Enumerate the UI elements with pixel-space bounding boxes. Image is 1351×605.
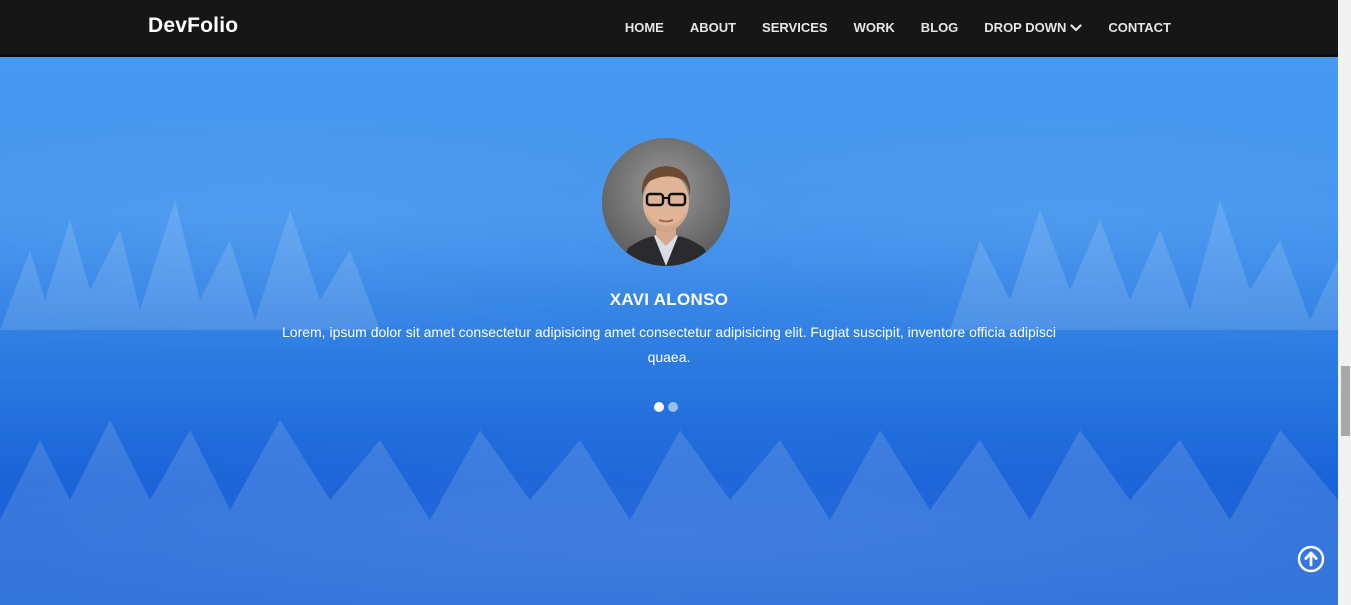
nav-home-label: HOME bbox=[624, 20, 664, 35]
nav-about-label: ABOUT bbox=[689, 20, 737, 35]
navbar: DevFolio HOME ABOUT SERVICES WORK BLOG D… bbox=[0, 0, 1338, 57]
nav-blog[interactable]: BLOG bbox=[921, 19, 959, 37]
chevron-down-icon bbox=[1070, 24, 1083, 32]
main-nav: HOME ABOUT SERVICES WORK BLOG DROP DOWN bbox=[599, 19, 1171, 37]
nav-dropdown-label: DROP DOWN bbox=[984, 20, 1067, 35]
testimonial-avatar bbox=[602, 138, 730, 266]
nav-contact-label: CONTACT bbox=[1108, 20, 1171, 35]
nav-dropdown[interactable]: DROP DOWN bbox=[984, 19, 1083, 37]
testimonial-name: XAVI ALONSO bbox=[609, 290, 729, 309]
nav-blog-label: BLOG bbox=[920, 20, 959, 35]
scrollbar-thumb[interactable] bbox=[1341, 366, 1350, 436]
nav-home[interactable]: HOME bbox=[625, 19, 664, 37]
carousel-dot-2[interactable] bbox=[668, 402, 678, 412]
brand-logo[interactable]: DevFolio bbox=[148, 14, 238, 38]
carousel-dots bbox=[654, 402, 678, 412]
nav-work[interactable]: WORK bbox=[854, 19, 895, 37]
nav-work-label: WORK bbox=[853, 20, 895, 35]
nav-services-label: SERVICES bbox=[762, 20, 828, 35]
page-scrollbar[interactable] bbox=[1338, 0, 1351, 605]
person-photo bbox=[602, 138, 730, 266]
testimonial-quote: Lorem, ipsum dolor sit amet consectetur … bbox=[282, 324, 1056, 365]
page: DevFolio HOME ABOUT SERVICES WORK BLOG D… bbox=[0, 0, 1351, 605]
carousel-dot-1[interactable] bbox=[654, 402, 664, 412]
nav-about[interactable]: ABOUT bbox=[690, 19, 736, 37]
arrow-up-circle-icon[interactable] bbox=[1297, 545, 1325, 573]
nav-contact[interactable]: CONTACT bbox=[1108, 19, 1171, 37]
nav-services[interactable]: SERVICES bbox=[762, 19, 828, 37]
